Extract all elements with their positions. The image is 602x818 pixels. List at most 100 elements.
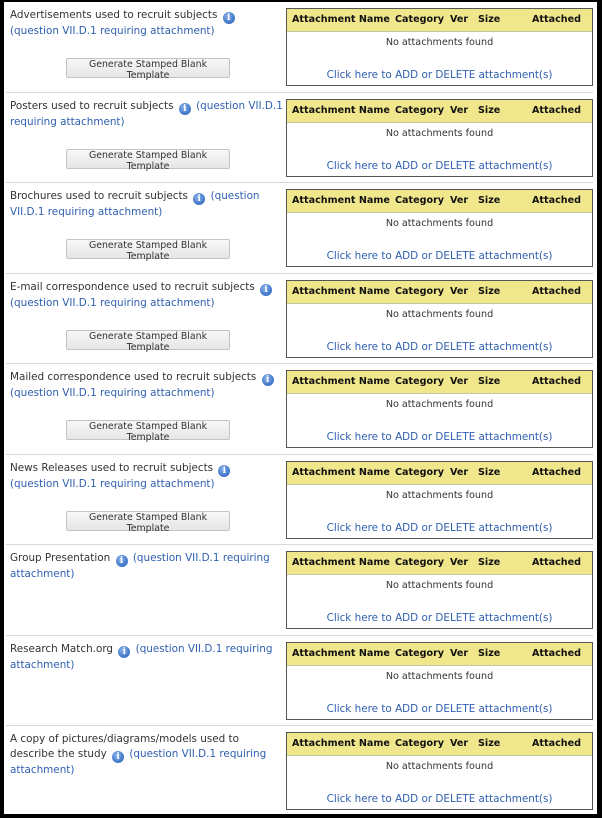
attachments-table: Attachment Name Category Ver Size Attach… [286, 98, 593, 177]
column-attached: Attached [532, 285, 581, 297]
info-icon[interactable]: i [178, 102, 191, 115]
attachments-panel: Advertisements used to recruit subjects … [4, 2, 597, 814]
info-icon[interactable]: i [260, 283, 273, 296]
section-description: A copy of pictures/diagrams/models used … [10, 732, 284, 778]
info-icon[interactable]: i [112, 751, 125, 763]
column-attachment-name: Attachment Name [292, 285, 390, 297]
column-ver: Ver [450, 195, 469, 206]
column-ver: Ver [450, 557, 469, 568]
column-attachment-name: Attachment Name [292, 104, 390, 116]
attachment-section: Posters used to recruit subjects i (ques… [4, 93, 597, 183]
question-link[interactable]: (question VII.D.1 requiring attachment) [10, 297, 215, 309]
attachment-section: Brochures used to recruit subjects i (qu… [4, 183, 597, 274]
info-icon[interactable]: i [115, 555, 128, 567]
attachments-table-header: Attachment Name Category Ver Size Attach… [287, 733, 592, 756]
column-ver: Ver [450, 14, 469, 25]
column-attachment-name: Attachment Name [292, 376, 390, 387]
attachments-table: Attachment Name Category Ver Size Attach… [286, 370, 593, 448]
section-description: Research Match.org i (question VII.D.1 r… [10, 642, 284, 673]
question-link[interactable]: (question VII.D.1 requiring attachment) [10, 387, 215, 399]
column-attachment-name: Attachment Name [292, 738, 390, 749]
column-attachment-name: Attachment Name [292, 557, 390, 568]
column-category: Category [395, 285, 445, 297]
attachments-table: Attachment Name Category Ver Size Attach… [286, 732, 593, 810]
column-ver: Ver [450, 285, 469, 297]
info-icon[interactable]: i [261, 374, 274, 386]
section-description: Posters used to recruit subjects i (ques… [10, 99, 284, 130]
add-delete-attachments-link[interactable]: Click here to ADD or DELETE attachment(s… [287, 250, 592, 262]
column-category: Category [395, 376, 445, 387]
add-delete-attachments-link[interactable]: Click here to ADD or DELETE attachment(s… [287, 703, 592, 715]
info-icon[interactable]: i [118, 645, 131, 658]
info-icon[interactable]: i [218, 464, 231, 477]
add-delete-attachments-link[interactable]: Click here to ADD or DELETE attachment(s… [287, 160, 592, 172]
column-attachment-name: Attachment Name [292, 466, 390, 478]
column-attached: Attached [532, 104, 581, 116]
attachments-table-header: Attachment Name Category Ver Size Attach… [287, 190, 592, 213]
attachments-table: Attachment Name Category Ver Size Attach… [286, 641, 593, 720]
section-label: Group Presentation [10, 552, 111, 564]
column-size: Size [478, 738, 501, 749]
attachments-table-header: Attachment Name Category Ver Size Attach… [287, 552, 592, 575]
column-category: Category [395, 195, 445, 206]
no-attachments-message: No attachments found [385, 37, 494, 48]
section-label: Posters used to recruit subjects [10, 99, 174, 112]
question-link[interactable]: (question VII.D.1 requiring attachment) [10, 478, 215, 490]
generate-stamped-blank-template-button[interactable]: Generate Stamped Blank Template [66, 239, 230, 262]
attachments-table-header: Attachment Name Category Ver Size Attach… [287, 461, 592, 485]
attachment-section: E-mail correspondence used to recruit su… [4, 274, 597, 364]
attachments-table: Attachment Name Category Ver Size Attach… [286, 8, 593, 86]
column-category: Category [395, 104, 445, 116]
column-size: Size [478, 285, 501, 297]
add-delete-attachments-link[interactable]: Click here to ADD or DELETE attachment(s… [287, 341, 592, 353]
section-description: Advertisements used to recruit subjects … [10, 8, 284, 39]
generate-stamped-blank-template-button[interactable]: Generate Stamped Blank Template [66, 420, 230, 443]
attachment-section: Research Match.org i (question VII.D.1 r… [4, 636, 597, 726]
info-icon[interactable]: i [222, 12, 235, 24]
column-attached: Attached [532, 647, 581, 659]
column-size: Size [478, 376, 501, 387]
attachments-table-header: Attachment Name Category Ver Size Attach… [287, 9, 592, 32]
attachment-section: Group Presentation i (question VII.D.1 r… [4, 545, 597, 636]
column-attachment-name: Attachment Name [292, 647, 390, 659]
column-size: Size [478, 104, 501, 116]
add-delete-attachments-link[interactable]: Click here to ADD or DELETE attachment(s… [287, 69, 592, 81]
generate-stamped-blank-template-button[interactable]: Generate Stamped Blank Template [66, 148, 230, 172]
attachment-section: Advertisements used to recruit subjects … [4, 2, 597, 93]
add-delete-attachments-link[interactable]: Click here to ADD or DELETE attachment(s… [287, 431, 592, 443]
no-attachments-message: No attachments found [385, 580, 494, 591]
section-label: Advertisements used to recruit subjects [10, 9, 218, 21]
add-delete-attachments-link[interactable]: Click here to ADD or DELETE attachment(s… [287, 793, 592, 805]
attachment-section: Mailed correspondence used to recruit su… [4, 364, 597, 455]
column-category: Category [395, 647, 445, 659]
section-description: News Releases used to recruit subjects i… [10, 461, 284, 492]
section-label: E-mail correspondence used to recruit su… [10, 280, 255, 293]
column-attached: Attached [532, 195, 581, 206]
generate-stamped-blank-template-button[interactable]: Generate Stamped Blank Template [66, 329, 230, 353]
section-label: News Releases used to recruit subjects [10, 461, 214, 474]
add-delete-attachments-link[interactable]: Click here to ADD or DELETE attachment(s… [287, 612, 592, 624]
attachments-table: Attachment Name Category Ver Size Attach… [286, 460, 593, 539]
column-size: Size [478, 14, 501, 25]
add-delete-attachments-link[interactable]: Click here to ADD or DELETE attachment(s… [287, 522, 592, 534]
column-attachment-name: Attachment Name [292, 195, 390, 206]
section-label: Brochures used to recruit subjects [10, 190, 188, 202]
generate-stamped-blank-template-button[interactable]: Generate Stamped Blank Template [66, 510, 230, 534]
column-size: Size [478, 195, 501, 206]
column-category: Category [395, 738, 445, 749]
info-icon[interactable]: i [193, 193, 206, 205]
column-attached: Attached [532, 557, 581, 568]
column-attached: Attached [532, 738, 581, 749]
no-attachments-message: No attachments found [385, 489, 494, 501]
no-attachments-message: No attachments found [385, 761, 494, 772]
generate-stamped-blank-template-button[interactable]: Generate Stamped Blank Template [66, 58, 230, 81]
no-attachments-message: No attachments found [385, 670, 494, 682]
column-ver: Ver [450, 738, 469, 749]
column-attached: Attached [532, 466, 581, 478]
no-attachments-message: No attachments found [385, 218, 494, 229]
no-attachments-message: No attachments found [385, 399, 494, 410]
question-link[interactable]: (question VII.D.1 requiring attachment) [10, 25, 215, 37]
attachments-table: Attachment Name Category Ver Size Attach… [286, 279, 593, 358]
attachments-table: Attachment Name Category Ver Size Attach… [286, 551, 593, 629]
section-description: Brochures used to recruit subjects i (qu… [10, 189, 284, 220]
